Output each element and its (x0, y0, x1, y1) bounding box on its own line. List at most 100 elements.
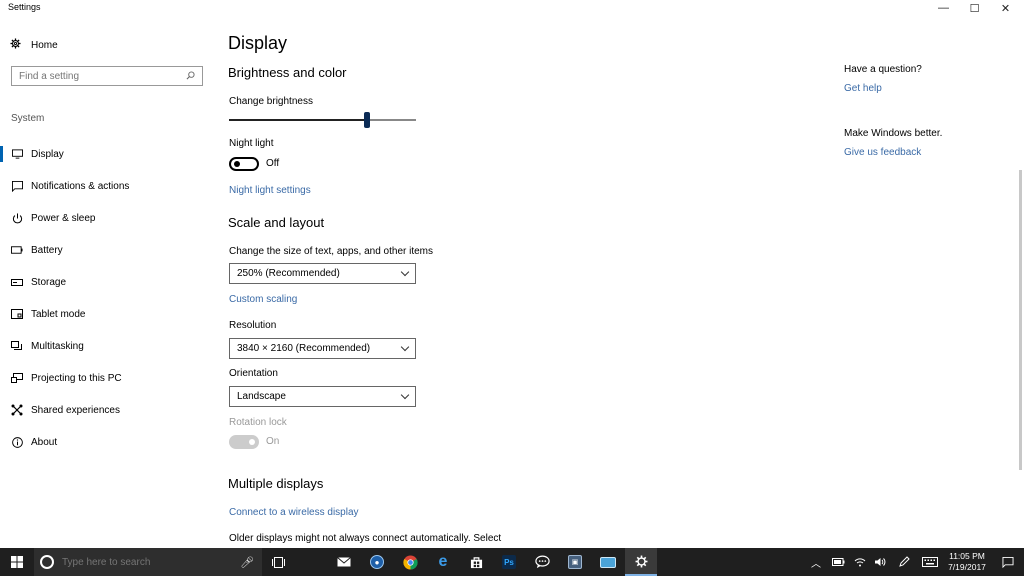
settings-icon[interactable] (625, 548, 657, 576)
gear-icon (10, 38, 22, 52)
taskbar-search[interactable]: 🎤︎ (34, 548, 262, 576)
sidebar-item-display[interactable]: Display (0, 138, 215, 170)
chrome-icon[interactable] (394, 548, 426, 576)
improve-heading: Make Windows better. (844, 128, 943, 139)
network-app-icon[interactable]: ▣ (559, 548, 591, 576)
search-input[interactable] (19, 70, 186, 82)
mail-icon[interactable] (328, 548, 360, 576)
get-help-link[interactable]: Get help (844, 83, 882, 94)
rotation-lock-label: Rotation lock (229, 417, 287, 428)
rotation-lock-toggle (229, 435, 259, 449)
info-icon (11, 436, 23, 448)
battery-tray-icon[interactable] (827, 548, 849, 576)
task-view-icon[interactable] (262, 548, 294, 576)
sidebar-item-storage[interactable]: Storage (0, 266, 215, 298)
night-light-label: Night light (229, 138, 274, 149)
custom-scaling-link[interactable]: Custom scaling (229, 294, 297, 305)
title-bar: Settings — ☐ ✕ (0, 0, 1024, 16)
sidebar-item-label: About (31, 436, 58, 448)
nav-list: Display Notifications & actions Power & … (0, 138, 215, 458)
volume-icon[interactable] (869, 548, 891, 576)
dropdown-value: 3840 × 2160 (Recommended) (237, 343, 371, 354)
multitasking-icon (11, 340, 23, 352)
maximize-button[interactable]: ☐ (959, 0, 990, 16)
message-icon (11, 180, 23, 192)
windows-logo-icon (11, 556, 23, 568)
brightness-slider[interactable] (229, 112, 416, 128)
sidebar-item-label: Multitasking (31, 340, 84, 352)
resolution-label: Resolution (229, 320, 277, 331)
sidebar-item-tablet-mode[interactable]: Tablet mode (0, 298, 215, 330)
find-setting-search[interactable] (11, 66, 203, 86)
night-light-state: Off (266, 158, 280, 169)
night-light-toggle[interactable] (229, 157, 259, 171)
slider-fill (229, 119, 368, 121)
monitor-icon (11, 148, 23, 160)
resolution-dropdown[interactable]: 3840 × 2160 (Recommended) (229, 338, 416, 359)
home-link[interactable]: Home (10, 38, 58, 52)
brightness-heading: Brightness and color (228, 65, 347, 80)
brightness-label: Change brightness (229, 96, 313, 107)
app-icon[interactable]: ● (361, 548, 393, 576)
sidebar-item-label: Battery (31, 244, 63, 256)
section-label-system: System (11, 113, 45, 124)
multiple-displays-heading: Multiple displays (228, 476, 324, 491)
cortana-icon[interactable] (40, 555, 54, 569)
storage-icon (11, 276, 23, 288)
search-icon[interactable] (186, 70, 195, 82)
close-button[interactable]: ✕ (990, 0, 1021, 16)
sidebar-item-projecting[interactable]: Projecting to this PC (0, 362, 215, 394)
keyboard-icon[interactable] (918, 548, 942, 576)
photoshop-icon[interactable]: Ps (493, 548, 525, 576)
remote-desktop-icon[interactable] (592, 548, 624, 576)
toggle-knob (234, 161, 240, 167)
dropdown-value: Landscape (237, 391, 286, 402)
orientation-label: Orientation (229, 368, 278, 379)
chevron-down-icon (400, 267, 410, 276)
dropdown-value: 250% (Recommended) (237, 268, 340, 279)
chat-icon[interactable] (526, 548, 558, 576)
sidebar-item-shared-experiences[interactable]: Shared experiences (0, 394, 215, 426)
scrollbar[interactable] (1019, 40, 1023, 548)
sidebar-item-battery[interactable]: Battery (0, 234, 215, 266)
scale-dropdown[interactable]: 250% (Recommended) (229, 263, 416, 284)
sidebar-item-label: Power & sleep (31, 212, 96, 224)
sidebar-item-label: Display (31, 148, 64, 160)
clock-date: 7/19/2017 (948, 562, 986, 572)
clock[interactable]: 11:05 PM 7/19/2017 (944, 551, 990, 573)
clock-time: 11:05 PM (949, 551, 985, 561)
microphone-icon[interactable]: 🎤︎ (240, 556, 254, 569)
chevron-up-icon[interactable]: ︿ (805, 548, 827, 576)
feedback-link[interactable]: Give us feedback (844, 147, 921, 158)
start-button[interactable] (0, 548, 34, 576)
taskbar-search-input[interactable] (62, 556, 241, 568)
sidebar-item-power[interactable]: Power & sleep (0, 202, 215, 234)
sidebar-item-label: Projecting to this PC (31, 372, 122, 384)
slider-thumb[interactable] (364, 112, 371, 128)
night-light-settings-link[interactable]: Night light settings (229, 185, 311, 196)
sidebar-item-multitasking[interactable]: Multitasking (0, 330, 215, 362)
sidebar-item-label: Tablet mode (31, 308, 86, 320)
pen-icon[interactable] (893, 548, 915, 576)
minimize-button[interactable]: — (928, 0, 959, 16)
battery-icon (11, 244, 23, 256)
sidebar: Home System Display Notifications & acti… (0, 30, 215, 548)
rotation-lock-state: On (266, 436, 280, 447)
wifi-icon[interactable] (849, 548, 871, 576)
sidebar-item-label: Notifications & actions (31, 180, 130, 192)
sidebar-item-notifications[interactable]: Notifications & actions (0, 170, 215, 202)
chevron-down-icon (400, 342, 410, 351)
power-icon (11, 212, 23, 224)
multiple-displays-note: Older displays might not always connect … (229, 533, 502, 544)
action-center-icon[interactable] (996, 548, 1020, 576)
main-content: Display Brightness and color Change brig… (228, 30, 788, 548)
orientation-dropdown[interactable]: Landscape (229, 386, 416, 407)
connect-wireless-display-link[interactable]: Connect to a wireless display (229, 507, 359, 518)
home-label: Home (31, 39, 58, 51)
edge-icon[interactable]: e (427, 548, 459, 576)
shared-icon (11, 404, 23, 416)
store-icon[interactable] (460, 548, 492, 576)
sidebar-item-about[interactable]: About (0, 426, 215, 458)
scale-heading: Scale and layout (228, 215, 325, 230)
scrollbar-thumb[interactable] (1019, 170, 1022, 470)
